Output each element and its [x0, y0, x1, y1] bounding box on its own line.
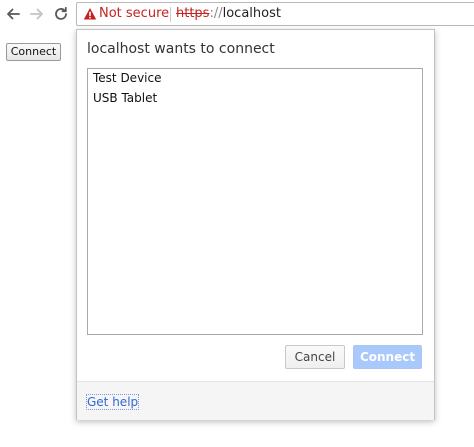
connect-button[interactable]: Connect: [353, 345, 422, 369]
not-secure-label[interactable]: Not secure: [99, 6, 169, 22]
device-chooser-dialog: localhost wants to connect Test Device U…: [76, 29, 435, 420]
address-bar[interactable]: Not secure https://localhost: [76, 2, 474, 26]
url-separator: ://: [209, 6, 223, 21]
reload-button[interactable]: [51, 4, 71, 24]
omnibox-divider: [170, 7, 171, 22]
device-item-usb-tablet[interactable]: USB Tablet: [93, 89, 413, 107]
cancel-button[interactable]: Cancel: [285, 345, 345, 369]
forward-button[interactable]: [27, 4, 47, 24]
url-scheme: https: [176, 6, 210, 21]
arrow-right-icon: [30, 8, 43, 20]
back-button[interactable]: [3, 4, 23, 24]
warning-triangle-icon[interactable]: [83, 7, 97, 21]
get-help-link[interactable]: Get help: [85, 394, 140, 410]
dialog-footer: Get help: [77, 381, 434, 420]
browser-toolbar: Not secure https://localhost: [0, 0, 474, 30]
device-item-test-device[interactable]: Test Device: [93, 69, 413, 87]
dialog-title: localhost wants to connect: [87, 41, 275, 57]
url-text[interactable]: https://localhost: [176, 6, 281, 22]
page-connect-button[interactable]: Connect: [6, 43, 61, 61]
url-host: localhost: [222, 6, 281, 21]
device-list[interactable]: Test Device USB Tablet: [87, 68, 423, 335]
arrow-left-icon: [7, 8, 20, 20]
reload-icon: [55, 6, 67, 20]
